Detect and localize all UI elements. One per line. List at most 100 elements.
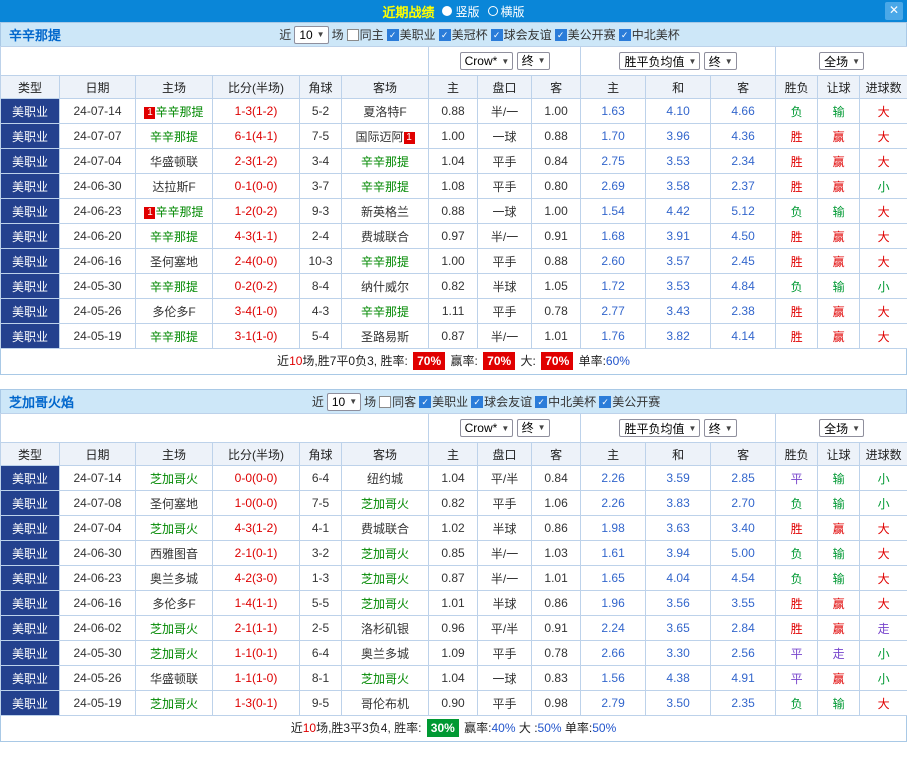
- result-cell: 负: [776, 491, 818, 516]
- avg-draw-cell: 3.30: [646, 641, 711, 666]
- fullmatch-select[interactable]: 全场 ▼: [819, 419, 864, 437]
- away-team-name[interactable]: 奥兰多城: [361, 647, 409, 661]
- league-cell: 美职业: [1, 249, 60, 274]
- home-team-name[interactable]: 芝加哥火: [150, 647, 198, 661]
- home-team-cell: 1辛辛那提: [136, 99, 213, 124]
- league-cell: 美职业: [1, 149, 60, 174]
- away-team-name[interactable]: 国际迈阿: [356, 130, 404, 144]
- home-team-name[interactable]: 西雅图音: [150, 547, 198, 561]
- table-row: 美职业 24-06-30 达拉斯F 0-1(0-0) 3-7 辛辛那提 1.08…: [1, 174, 907, 199]
- filter-checkbox-2[interactable]: ✓球会友谊: [471, 393, 532, 410]
- goals-cell: 大: [860, 149, 907, 174]
- titlebar-center: 近期战绩 竖版 横版: [382, 2, 524, 21]
- filter-checkbox-1[interactable]: ✓美职业: [419, 393, 468, 410]
- layout-radio-horizontal[interactable]: 横版: [488, 3, 525, 20]
- score-cell: 2-1(1-1): [213, 616, 300, 641]
- home-team-name[interactable]: 辛辛那提: [150, 280, 198, 294]
- home-team-name[interactable]: 达拉斯F: [152, 180, 195, 194]
- home-team-name[interactable]: 辛辛那提: [150, 130, 198, 144]
- home-team-name[interactable]: 多伦多F: [152, 305, 195, 319]
- checkbox-unchecked-icon: [347, 29, 359, 41]
- home-team-name[interactable]: 芝加哥火: [150, 622, 198, 636]
- away-team-name[interactable]: 洛杉矶银: [361, 622, 409, 636]
- away-team-name[interactable]: 圣路易斯: [361, 330, 409, 344]
- filter-checkbox-0[interactable]: 同客: [379, 393, 416, 410]
- filter-checkbox-1[interactable]: ✓美职业: [387, 26, 436, 43]
- odds-company-select[interactable]: Crow* ▼: [460, 52, 514, 70]
- away-team-name[interactable]: 费城联合: [361, 230, 409, 244]
- odds-period-select[interactable]: 终 ▼: [517, 419, 550, 437]
- home-team-name[interactable]: 芝加哥火: [150, 697, 198, 711]
- home-team-name[interactable]: 奥兰多城: [150, 572, 198, 586]
- away-team-name[interactable]: 费城联合: [361, 522, 409, 536]
- away-team-cell: 新英格兰: [342, 199, 429, 224]
- filter-checkbox-5[interactable]: ✓中北美杯: [619, 26, 680, 43]
- close-button[interactable]: ✕: [885, 2, 903, 20]
- corner-cell: 1-3: [300, 566, 342, 591]
- corner-cell: 2-4: [300, 224, 342, 249]
- handicap-cell: 输: [818, 274, 860, 299]
- home-team-name[interactable]: 辛辛那提: [155, 205, 203, 219]
- filter-bar: 近 10 ▼ 场 同主✓美职业✓美冠杯✓球会友谊✓美公开赛✓中北美杯: [279, 26, 679, 44]
- away-team-name[interactable]: 辛辛那提: [361, 305, 409, 319]
- stat-badge: 70%: [483, 352, 515, 370]
- col-header-away: 客场: [342, 76, 429, 99]
- home-team-name[interactable]: 辛辛那提: [150, 330, 198, 344]
- avg-type-select[interactable]: 胜平负均值 ▼: [619, 419, 700, 437]
- home-team-name[interactable]: 芝加哥火: [150, 472, 198, 486]
- home-team-name[interactable]: 芝加哥火: [150, 522, 198, 536]
- home-team-name[interactable]: 辛辛那提: [150, 230, 198, 244]
- filter-checkbox-2[interactable]: ✓美冠杯: [439, 26, 488, 43]
- layout-radio-vertical[interactable]: 竖版: [442, 3, 479, 20]
- away-team-name[interactable]: 芝加哥火: [361, 547, 409, 561]
- fullmatch-select[interactable]: 全场 ▼: [819, 52, 864, 70]
- odds-company-select[interactable]: Crow* ▼: [460, 419, 514, 437]
- team-name: 芝加哥火焰: [9, 392, 74, 411]
- odds-period-select[interactable]: 终 ▼: [517, 52, 550, 70]
- col-header-handicap: 让球: [818, 443, 860, 466]
- avg-period-select[interactable]: 终 ▼: [704, 52, 737, 70]
- away-team-cell: 芝加哥火: [342, 566, 429, 591]
- filter-checkbox-4[interactable]: ✓美公开赛: [555, 26, 616, 43]
- away-team-name[interactable]: 辛辛那提: [361, 155, 409, 169]
- home-team-name[interactable]: 华盛顿联: [150, 672, 198, 686]
- odds-line-cell: 平手: [478, 641, 532, 666]
- home-team-name[interactable]: 多伦多F: [152, 597, 195, 611]
- score-cell: 1-4(1-1): [213, 591, 300, 616]
- filter-checkbox-3[interactable]: ✓中北美杯: [535, 393, 596, 410]
- stat-badge: 70%: [413, 352, 445, 370]
- avg-draw-cell: 3.91: [646, 224, 711, 249]
- avg-draw-cell: 3.57: [646, 249, 711, 274]
- corner-cell: 8-1: [300, 666, 342, 691]
- fullmatch-controls-cell: 全场 ▼: [776, 414, 907, 443]
- away-team-name[interactable]: 辛辛那提: [361, 180, 409, 194]
- odds-home-cell: 1.04: [429, 466, 478, 491]
- checkbox-checked-icon: ✓: [439, 29, 451, 41]
- home-team-name[interactable]: 圣何塞地: [150, 497, 198, 511]
- away-team-name[interactable]: 纳什威尔: [361, 280, 409, 294]
- home-team-name[interactable]: 华盛顿联: [150, 155, 198, 169]
- home-team-name[interactable]: 圣何塞地: [150, 255, 198, 269]
- match-count-select[interactable]: 10 ▼: [327, 393, 361, 411]
- away-team-name[interactable]: 芝加哥火: [361, 672, 409, 686]
- away-team-name[interactable]: 纽约城: [367, 472, 403, 486]
- result-cell: 负: [776, 541, 818, 566]
- away-team-name[interactable]: 芝加哥火: [361, 572, 409, 586]
- away-team-name[interactable]: 芝加哥火: [361, 597, 409, 611]
- filter-checkbox-0[interactable]: 同主: [347, 26, 384, 43]
- away-team-name[interactable]: 芝加哥火: [361, 497, 409, 511]
- home-team-name[interactable]: 辛辛那提: [155, 105, 203, 119]
- odds-line-cell: 半球: [478, 591, 532, 616]
- away-team-name[interactable]: 夏洛特F: [363, 105, 406, 119]
- matches-table: Crow* ▼ 终 ▼ 胜平负均值 ▼ 终 ▼: [0, 46, 907, 349]
- filter-checkbox-3[interactable]: ✓球会友谊: [491, 26, 552, 43]
- match-count-select[interactable]: 10 ▼: [294, 26, 328, 44]
- avg-type-select[interactable]: 胜平负均值 ▼: [619, 52, 700, 70]
- avg-away-cell: 4.84: [711, 274, 776, 299]
- filter-checkbox-4[interactable]: ✓美公开赛: [599, 393, 660, 410]
- away-team-name[interactable]: 新英格兰: [361, 205, 409, 219]
- away-team-name[interactable]: 哥伦布机: [361, 697, 409, 711]
- avg-away-cell: 4.50: [711, 224, 776, 249]
- away-team-name[interactable]: 辛辛那提: [361, 255, 409, 269]
- avg-period-select[interactable]: 终 ▼: [704, 419, 737, 437]
